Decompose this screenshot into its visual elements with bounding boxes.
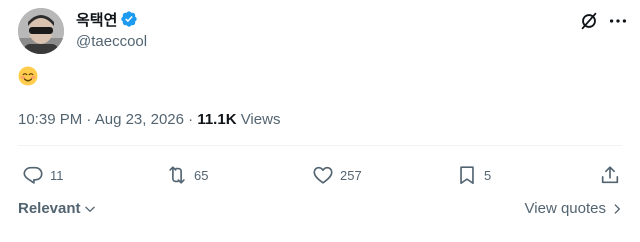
- tweet-date[interactable]: Aug 23, 2026: [95, 111, 184, 128]
- display-name[interactable]: 옥택연: [76, 9, 117, 30]
- reply-button[interactable]: 11: [22, 163, 64, 187]
- share-button[interactable]: [599, 163, 621, 187]
- view-quotes-link[interactable]: View quotes: [525, 200, 624, 217]
- share-icon: [601, 166, 619, 184]
- meta-separator: ·: [183, 111, 198, 128]
- views-count[interactable]: 11.1K: [197, 111, 236, 128]
- smiling-face-with-smiling-eyes-icon: [18, 66, 38, 86]
- tweet-text: [18, 66, 38, 92]
- tweet-meta: 10:39 PM · Aug 23, 2026 · 11.1K Views: [18, 111, 280, 128]
- retweet-button[interactable]: 65: [166, 163, 208, 187]
- more-options-icon[interactable]: [607, 10, 629, 32]
- bookmark-icon: [460, 166, 474, 185]
- divider: [18, 145, 622, 146]
- sort-label: Relevant: [18, 200, 81, 217]
- meta-separator: ·: [82, 111, 95, 128]
- view-quotes-label: View quotes: [524, 200, 606, 217]
- chevron-right-icon: [614, 203, 620, 214]
- bookmark-count: 5: [484, 167, 492, 183]
- avatar[interactable]: [18, 8, 64, 54]
- like-count: 257: [340, 167, 362, 183]
- bookmark-button[interactable]: 5: [456, 163, 491, 187]
- chevron-down-icon: [84, 206, 95, 212]
- avatar-image: [18, 8, 64, 54]
- author-handle[interactable]: @taeccool: [76, 33, 147, 50]
- views-label[interactable]: Views: [241, 111, 281, 128]
- like-button[interactable]: 257: [312, 163, 362, 187]
- verified-badge-icon[interactable]: [120, 10, 138, 28]
- heart-icon: [313, 166, 333, 184]
- reply-icon: [23, 166, 43, 184]
- grok-icon[interactable]: [578, 10, 600, 32]
- retweet-count: 65: [194, 167, 209, 183]
- sort-replies-dropdown[interactable]: Relevant: [18, 200, 97, 217]
- reply-count: 11: [50, 167, 64, 183]
- retweet-icon: [169, 166, 185, 184]
- author-name-row: 옥택연: [76, 9, 138, 29]
- tweet-time[interactable]: 10:39 PM: [18, 111, 82, 128]
